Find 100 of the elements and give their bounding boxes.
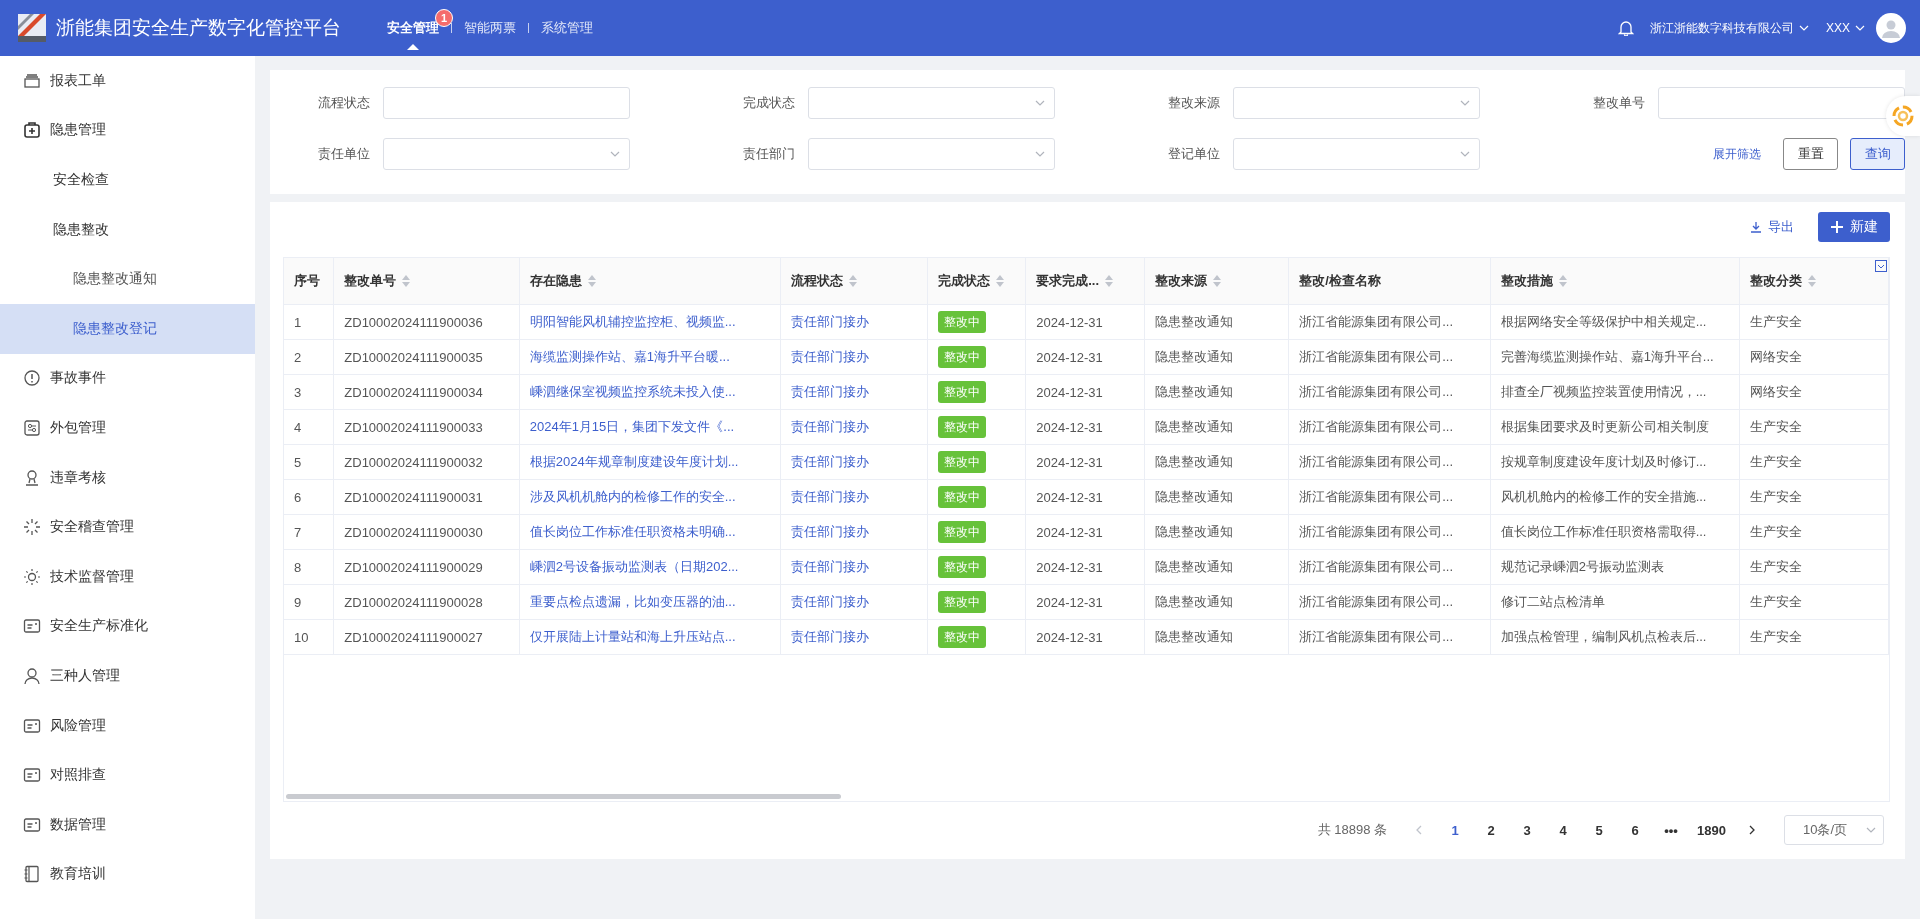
company-selector[interactable]: 浙江浙能数字科技有限公司 (1650, 19, 1794, 37)
sidebar-item[interactable]: 数据管理 (0, 799, 255, 850)
sidebar-item[interactable]: 对照排查 (0, 750, 255, 800)
table-link[interactable]: 涉及风机机舱内的检修工作的安全... (529, 489, 736, 504)
table-link[interactable]: 责任部门接办 (790, 524, 869, 539)
sidebar-item[interactable]: 违章考核 (0, 452, 255, 503)
user-menu[interactable]: XXX (1826, 21, 1850, 35)
export-button[interactable]: 导出 (1744, 217, 1800, 237)
sidebar-item[interactable]: 技术监督管理 (0, 551, 255, 602)
input-field[interactable] (383, 87, 630, 119)
table-link[interactable]: 责任部门接办 (790, 629, 869, 644)
sidebar-item[interactable]: 安全检查 (0, 155, 255, 205)
sort-icon[interactable] (1807, 275, 1816, 287)
sidebar-item[interactable]: 隐患整改登记 (0, 303, 255, 354)
sidebar-item[interactable]: 报表工单 (0, 56, 255, 106)
column-header[interactable]: 存在隐患 (519, 258, 781, 305)
expand-filter-link[interactable]: 展开筛选 (1707, 144, 1767, 164)
table-link[interactable]: 责任部门接办 (790, 559, 869, 574)
sidebar-label[interactable]: 事故事件 (50, 369, 106, 388)
sidebar-item[interactable]: 隐患管理 (0, 105, 255, 156)
table-cell: ZD10002024111900030 (333, 514, 520, 550)
sidebar-item[interactable]: 三种人管理 (0, 651, 255, 701)
status-tag: 整改中 (937, 556, 986, 578)
table-link[interactable]: 仅开展陆上计量站和海上升压站点... (529, 629, 736, 644)
sidebar-item[interactable]: 安全生产标准化 (0, 601, 255, 652)
page-button[interactable]: 2 (1475, 816, 1508, 844)
sidebar-label[interactable]: 隐患管理 (50, 121, 106, 140)
sort-icon[interactable] (587, 275, 596, 287)
table-link[interactable]: 值长岗位工作标准任职资格未明确... (529, 524, 736, 539)
sidebar-item[interactable]: 隐患整改 (0, 204, 255, 255)
table-link[interactable]: 责任部门接办 (790, 349, 869, 364)
table-link[interactable]: 根据2024年规章制度建设年度计划... (529, 454, 739, 469)
select-field[interactable] (383, 138, 630, 170)
sidebar-label[interactable]: 技术监督管理 (50, 567, 134, 586)
select-field[interactable] (808, 138, 1055, 170)
sidebar-item[interactable]: 风险管理 (0, 700, 255, 751)
swirl-icon[interactable] (1891, 104, 1915, 128)
sidebar-label[interactable]: 外包管理 (50, 418, 106, 437)
page-button[interactable]: ••• (1655, 816, 1688, 844)
sidebar-item[interactable]: 安全稽查管理 (0, 502, 255, 552)
column-header[interactable]: 流程状态 (780, 258, 928, 305)
select-field[interactable] (1233, 87, 1480, 119)
table-cell: 隐患整改通知 (1144, 549, 1289, 585)
table-link[interactable]: 责任部门接办 (790, 384, 869, 399)
table-link[interactable]: 责任部门接办 (790, 489, 869, 504)
avatar[interactable] (1876, 13, 1906, 43)
input-field[interactable] (1658, 87, 1905, 119)
sort-icon[interactable] (1212, 275, 1221, 287)
page-button[interactable]: 5 (1583, 816, 1616, 844)
sidebar-label[interactable]: 教育培训 (50, 865, 106, 884)
sidebar-label[interactable]: 安全生产标准化 (50, 617, 148, 636)
table-link[interactable]: 海缆监测操作站、嘉1海升平台暖... (529, 349, 730, 364)
horizontal-scrollbar[interactable] (286, 794, 841, 799)
page-button[interactable]: 3 (1511, 816, 1544, 844)
select-field[interactable] (808, 87, 1055, 119)
table-link[interactable]: 责任部门接办 (790, 419, 869, 434)
sidebar-label[interactable]: 数据管理 (50, 815, 106, 834)
query-button[interactable]: 查询 (1850, 138, 1905, 170)
page-size-select[interactable]: 10条/页 (1784, 815, 1884, 845)
column-header[interactable]: 整改分类 (1739, 258, 1889, 305)
sidebar-label[interactable]: 对照排查 (50, 766, 106, 785)
sort-icon[interactable] (995, 275, 1004, 287)
page-button[interactable]: 1 (1439, 816, 1472, 844)
sidebar-item[interactable]: 外包管理 (0, 403, 255, 453)
page-button[interactable]: 6 (1619, 816, 1652, 844)
sidebar-item[interactable]: 隐患整改通知 (0, 254, 255, 304)
table-link[interactable]: 嵊泗继保室视频监控系统未投入使... (529, 384, 736, 399)
table-link[interactable]: 明阳智能风机辅控监控柜、视频监... (529, 314, 736, 329)
new-button[interactable]: 新建 (1818, 212, 1890, 242)
table-link[interactable]: 责任部门接办 (790, 314, 869, 329)
nav-tab[interactable]: 智能两票 (452, 0, 528, 56)
column-header[interactable]: 整改措施 (1490, 258, 1740, 305)
page-button[interactable]: 4 (1547, 816, 1580, 844)
sidebar-label[interactable]: 报表工单 (50, 71, 106, 90)
sort-icon[interactable] (1105, 275, 1114, 287)
column-header[interactable]: 整改单号 (333, 258, 520, 305)
select-field[interactable] (1233, 138, 1480, 170)
sort-icon[interactable] (1558, 275, 1567, 287)
reset-button[interactable]: 重置 (1783, 138, 1838, 170)
sidebar-label[interactable]: 违章考核 (50, 468, 106, 487)
table-link[interactable]: 责任部门接办 (790, 454, 869, 469)
sidebar-label[interactable]: 三种人管理 (50, 666, 120, 685)
column-header[interactable]: 完成状态 (927, 258, 1026, 305)
column-header[interactable]: 整改来源 (1144, 258, 1289, 305)
page-button[interactable]: 1890 (1691, 816, 1732, 844)
table-link[interactable]: 重要点检点遗漏，比如变压器的油... (529, 594, 736, 609)
column-header[interactable]: 要求完成... (1025, 258, 1145, 305)
bell-icon[interactable] (1618, 20, 1634, 36)
sort-icon[interactable] (402, 275, 411, 287)
sort-icon[interactable] (848, 275, 857, 287)
sidebar-item[interactable]: 事故事件 (0, 353, 255, 404)
sidebar-item[interactable]: 教育培训 (0, 849, 255, 900)
table-cell: 网络安全 (1739, 374, 1889, 410)
nav-tab[interactable]: 系统管理 (529, 0, 605, 56)
sidebar-label[interactable]: 安全稽查管理 (50, 518, 134, 537)
column-settings-icon[interactable] (1875, 260, 1887, 272)
table-link[interactable]: 2024年1月15日，集团下发文件《... (529, 419, 735, 434)
sidebar-label[interactable]: 风险管理 (50, 716, 106, 735)
table-link[interactable]: 嵊泗2号设备振动监测表（日期202... (529, 559, 739, 574)
table-link[interactable]: 责任部门接办 (790, 594, 869, 609)
